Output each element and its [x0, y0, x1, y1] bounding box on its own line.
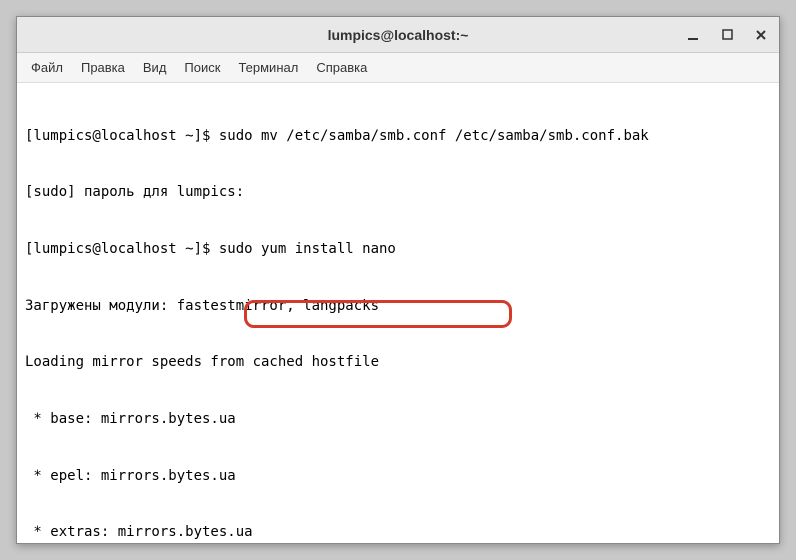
terminal-line: * epel: mirrors.bytes.ua — [25, 467, 771, 486]
terminal-line: Загружены модули: fastestmirror, langpac… — [25, 297, 771, 316]
terminal-line: * extras: mirrors.bytes.ua — [25, 523, 771, 542]
terminal-window: lumpics@localhost:~ Файл Правка Вид Поис… — [16, 16, 780, 544]
close-button[interactable] — [751, 25, 771, 45]
titlebar[interactable]: lumpics@localhost:~ — [17, 17, 779, 53]
terminal-line: * base: mirrors.bytes.ua — [25, 410, 771, 429]
menu-search[interactable]: Поиск — [176, 56, 228, 79]
terminal-line: [lumpics@localhost ~]$ sudo mv /etc/samb… — [25, 127, 771, 146]
menu-view[interactable]: Вид — [135, 56, 175, 79]
terminal-line: [sudo] пароль для lumpics: — [25, 183, 771, 202]
terminal-line: [lumpics@localhost ~]$ sudo yum install … — [25, 240, 771, 259]
window-controls — [683, 25, 771, 45]
menu-edit[interactable]: Правка — [73, 56, 133, 79]
minimize-button[interactable] — [683, 25, 703, 45]
maximize-button[interactable] — [717, 25, 737, 45]
menu-terminal[interactable]: Терминал — [230, 56, 306, 79]
menu-file[interactable]: Файл — [23, 56, 71, 79]
menubar: Файл Правка Вид Поиск Терминал Справка — [17, 53, 779, 83]
terminal-content[interactable]: [lumpics@localhost ~]$ sudo mv /etc/samb… — [17, 83, 779, 543]
window-title: lumpics@localhost:~ — [328, 27, 469, 43]
terminal-line: Loading mirror speeds from cached hostfi… — [25, 353, 771, 372]
menu-help[interactable]: Справка — [308, 56, 375, 79]
